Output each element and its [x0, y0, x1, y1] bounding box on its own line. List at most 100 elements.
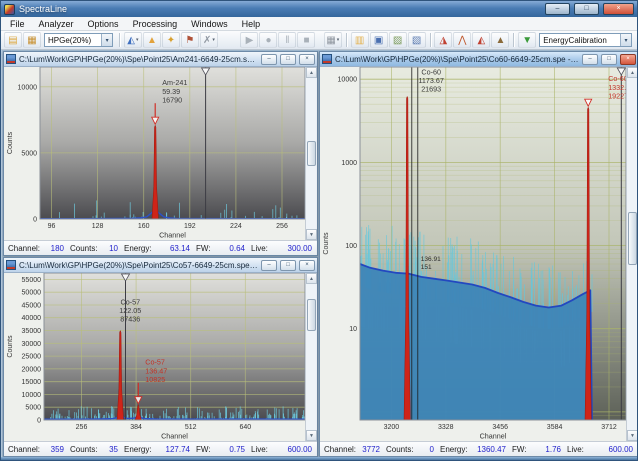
- scroll-up-icon[interactable]: ▲: [306, 273, 317, 284]
- acquisition-start-button[interactable]: ▶: [240, 32, 258, 48]
- peak-fit-button[interactable]: ▲: [143, 32, 161, 48]
- status-fw-value: 0.64: [213, 244, 251, 253]
- child-window-title: C:\Lum\Work\GP\HPGe(20%)\Spe\Point25\Co6…: [335, 55, 579, 64]
- spectrum-copy-button[interactable]: ▤: [4, 32, 22, 48]
- save-spectrum-icon: ▣: [374, 35, 383, 46]
- svg-text:192: 192: [184, 223, 196, 230]
- acquisition-start-icon: ▶: [246, 35, 254, 46]
- menu-item-analyzer[interactable]: Analyzer: [32, 19, 81, 29]
- child-minimize-button[interactable]: –: [261, 260, 277, 271]
- vertical-scrollbar[interactable]: ▲▼: [626, 67, 638, 441]
- status-counts-value: 35: [100, 445, 124, 454]
- spectrum-chart-co60[interactable]: 136.91151Co-601173.6721693Co-601332.9519…: [320, 67, 626, 441]
- status-channel-value: 359: [42, 445, 70, 454]
- child-maximize-button[interactable]: □: [280, 260, 296, 271]
- vertical-scrollbar[interactable]: ▲▼: [305, 67, 317, 240]
- toolbar-separator: [119, 33, 120, 47]
- acquisition-pause-icon: ‖: [285, 35, 289, 46]
- toolbar-separator: [346, 33, 347, 47]
- peak-analysis-button[interactable]: ◮: [434, 32, 452, 48]
- child-titlebar-am241[interactable]: C:\Lum\Work\GP\HPGe(20%)\Spe\Point25\Am2…: [4, 52, 317, 67]
- acquisition-stop-button[interactable]: ■: [297, 32, 315, 48]
- menu-item-windows[interactable]: Windows: [184, 19, 235, 29]
- activity-report-button[interactable]: ▲: [491, 32, 509, 48]
- clear-results-button[interactable]: ✗▾: [200, 32, 218, 48]
- marker-flag-button[interactable]: ⚑: [181, 32, 199, 48]
- status-fw-value: 0.75: [213, 445, 251, 454]
- scroll-up-icon[interactable]: ▲: [627, 67, 638, 78]
- svg-text:10: 10: [349, 326, 357, 333]
- acquisition-record-button[interactable]: ●: [259, 32, 277, 48]
- open-spectrum-icon: ▥: [355, 35, 364, 46]
- child-minimize-button[interactable]: –: [261, 54, 277, 65]
- menu-item-help[interactable]: Help: [235, 19, 268, 29]
- efficiency-calibration-button[interactable]: ✦: [162, 32, 180, 48]
- status-channel-label: Channel:: [8, 445, 42, 454]
- menu-item-processing[interactable]: Processing: [126, 19, 185, 29]
- child-close-button[interactable]: ×: [620, 54, 636, 65]
- chevron-down-icon[interactable]: ▾: [620, 34, 631, 46]
- window-frame-bottom: [1, 457, 637, 460]
- status-fw-value: 1.76: [529, 445, 567, 454]
- menu-item-file[interactable]: File: [3, 19, 32, 29]
- svg-text:10000: 10000: [22, 392, 42, 399]
- chevron-down-icon[interactable]: ▾: [101, 34, 112, 46]
- child-titlebar-co60[interactable]: C:\Lum\Work\GP\HPGe(20%)\Spe\Point25\Co6…: [320, 52, 638, 67]
- status-counts-value: 0: [416, 445, 440, 454]
- save-spectrum-button[interactable]: ▣: [370, 32, 388, 48]
- scroll-thumb[interactable]: [307, 299, 316, 331]
- vertical-scrollbar[interactable]: ▲▼: [305, 273, 317, 441]
- child-minimize-button[interactable]: –: [582, 54, 598, 65]
- multiplet-analysis-icon: ⋀: [458, 35, 466, 46]
- maximize-button[interactable]: □: [574, 3, 599, 15]
- tile-windows-icon: ▦: [326, 35, 335, 46]
- minimize-button[interactable]: –: [545, 3, 570, 15]
- chevron-down-icon: ▾: [212, 37, 215, 43]
- child-close-button[interactable]: ×: [299, 260, 315, 271]
- export-image-button[interactable]: ▨: [389, 32, 407, 48]
- close-button[interactable]: ×: [603, 3, 634, 15]
- spectrum-chart-am241[interactable]: Am-24159.391679096128160192224256Channel…: [4, 67, 305, 240]
- child-maximize-button[interactable]: □: [280, 54, 296, 65]
- child-titlebar-co57[interactable]: C:\Lum\Work\GP\HPGe(20%)\Spe\Point25\Co5…: [4, 258, 317, 273]
- svg-text:5000: 5000: [21, 150, 37, 157]
- acquisition-pause-button[interactable]: ‖: [278, 32, 296, 48]
- spectrum-copy-icon: ▤: [8, 35, 17, 46]
- acquisition-record-icon: ●: [265, 35, 271, 46]
- activity-report-icon: ▲: [495, 35, 505, 46]
- nuclide-library-button[interactable]: ▼: [518, 32, 536, 48]
- peak-search-button[interactable]: ◭▾: [124, 32, 142, 48]
- spectrum-chart-co57[interactable]: Co-57122.0587436Co-57136.471082525638451…: [4, 273, 305, 441]
- svg-text:256: 256: [76, 424, 88, 431]
- child-window-title: C:\Lum\Work\GP\HPGe(20%)\Spe\Point25\Co5…: [19, 261, 258, 270]
- scroll-down-icon[interactable]: ▼: [627, 430, 638, 441]
- scroll-thumb[interactable]: [628, 212, 637, 265]
- status-counts-label: Counts:: [386, 445, 416, 454]
- child-maximize-button[interactable]: □: [601, 54, 617, 65]
- acquisition-stop-icon: ■: [303, 35, 309, 46]
- tile-windows-button[interactable]: ▦▾: [324, 32, 342, 48]
- status-channel-value: 180: [42, 244, 70, 253]
- scroll-down-icon[interactable]: ▼: [306, 430, 317, 441]
- svg-text:3456: 3456: [492, 424, 508, 431]
- scroll-thumb[interactable]: [307, 141, 316, 165]
- main-titlebar: SpectraLine – □ ×: [1, 1, 637, 17]
- svg-text:96: 96: [48, 223, 56, 230]
- peak-info-icon: ◭: [478, 35, 486, 46]
- status-live-value: 600.00: [272, 445, 313, 454]
- multiplet-analysis-button[interactable]: ⋀: [453, 32, 471, 48]
- svg-text:640: 640: [239, 424, 251, 431]
- import-spectrum-button[interactable]: ▧: [408, 32, 426, 48]
- scroll-up-icon[interactable]: ▲: [306, 67, 317, 78]
- peak-fit-icon: ▲: [147, 35, 157, 46]
- detector-combo[interactable]: HPGe(20%)▾: [44, 33, 113, 47]
- scroll-down-icon[interactable]: ▼: [306, 229, 317, 240]
- peak-info-button[interactable]: ◭: [472, 32, 490, 48]
- calibration-combo[interactable]: EnergyCalibration▾: [539, 33, 632, 47]
- detector-database-button[interactable]: ▦: [23, 32, 41, 48]
- child-close-button[interactable]: ×: [299, 54, 315, 65]
- app-logo-icon: [4, 4, 15, 15]
- open-spectrum-button[interactable]: ▥: [351, 32, 369, 48]
- spectrum-window-co60: C:\Lum\Work\GP\HPGe(20%)\Spe\Point25\Co6…: [319, 51, 638, 457]
- menu-item-options[interactable]: Options: [81, 19, 126, 29]
